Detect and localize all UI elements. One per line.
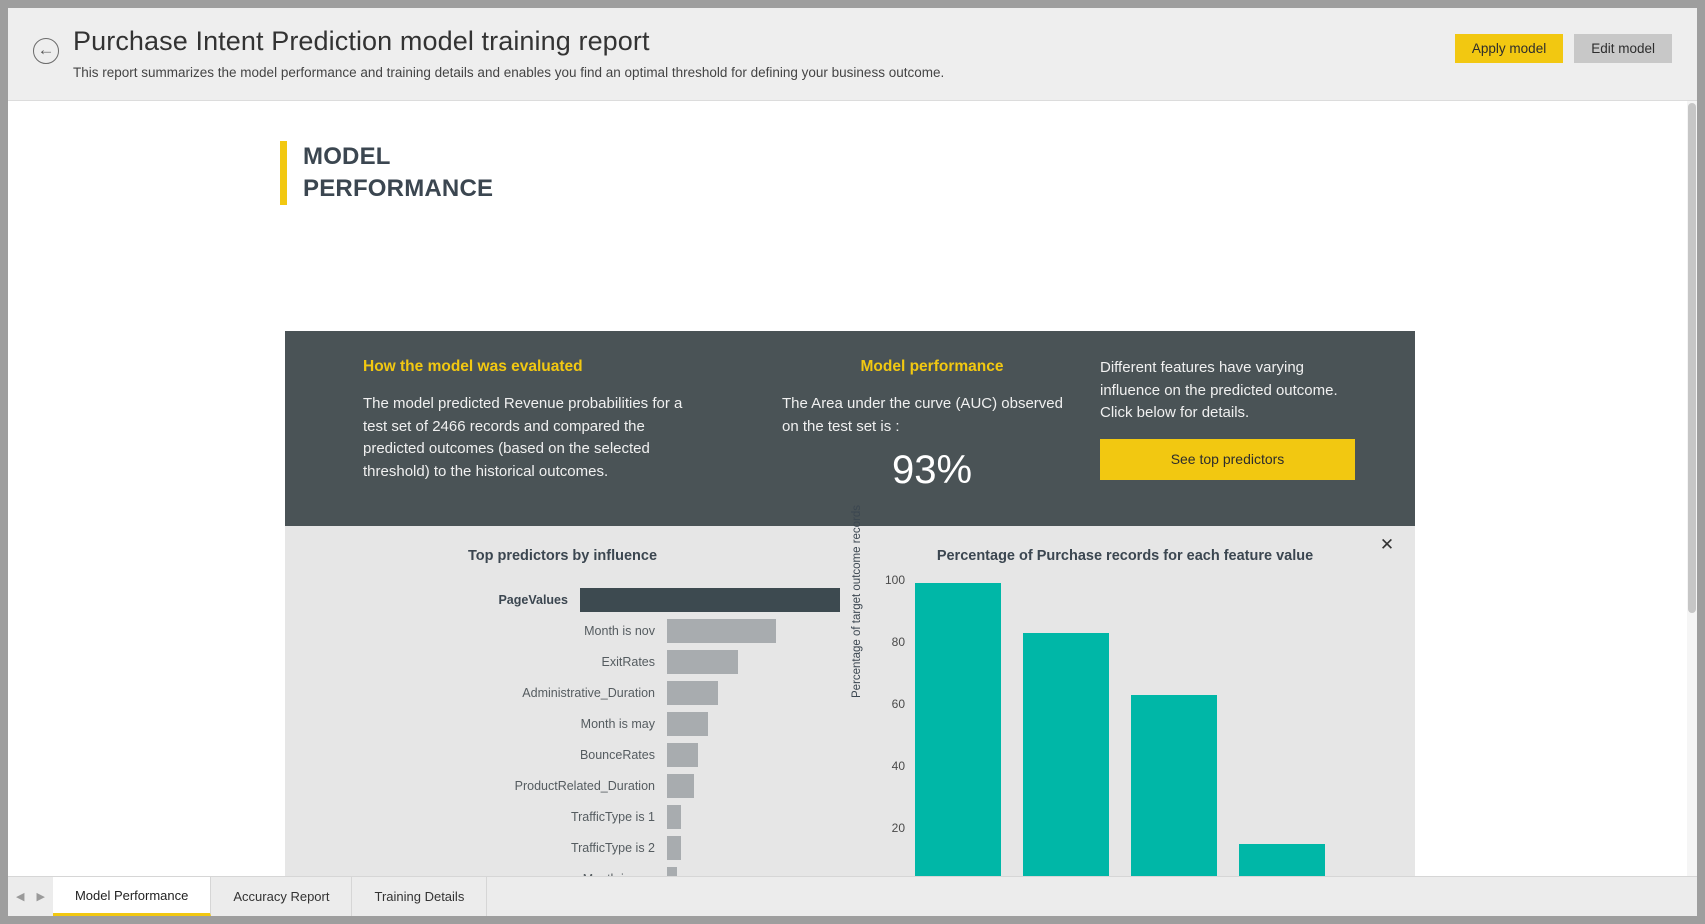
predictor-bar[interactable]	[667, 805, 681, 829]
predictor-row[interactable]: Month is may	[285, 708, 840, 739]
predictor-label: TrafficType is 2	[285, 841, 667, 855]
predictor-bar[interactable]	[667, 712, 708, 736]
predictor-label: ProductRelated_Duration	[285, 779, 667, 793]
page-header: ← Purchase Intent Prediction model train…	[8, 8, 1697, 101]
y-axis-tick: 40	[871, 759, 905, 773]
predictor-label: ExitRates	[285, 655, 667, 669]
page-tabbar: ◀ ▶ Model PerformanceAccuracy ReportTrai…	[8, 876, 1697, 916]
predictor-row[interactable]: ProductRelated_Duration	[285, 770, 840, 801]
evaluation-column: How the model was evaluated The model pr…	[363, 357, 693, 483]
performance-column: Model performance The Area under the cur…	[782, 357, 1082, 494]
predictor-bar[interactable]	[667, 743, 698, 767]
apply-model-button[interactable]: Apply model	[1455, 34, 1563, 63]
predictor-label: Administrative_Duration	[285, 686, 667, 700]
feature-value-bars	[915, 580, 1385, 876]
model-info-panel: How the model was evaluated The model pr…	[285, 331, 1415, 526]
feature-value-column[interactable]	[1023, 580, 1109, 876]
y-axis-tick: 60	[871, 697, 905, 711]
feature-value-bar[interactable]	[915, 583, 1001, 876]
predictor-row[interactable]: Month is mar	[285, 863, 840, 876]
predictor-label: TrafficType is 1	[285, 810, 667, 824]
feature-value-column[interactable]	[1239, 580, 1325, 876]
predictor-row[interactable]: TrafficType is 2	[285, 832, 840, 863]
section-title-line2: PERFORMANCE	[303, 173, 493, 205]
predictors-text: Different features have varying influenc…	[1100, 357, 1355, 425]
tab-training-details[interactable]: Training Details	[352, 877, 487, 916]
predictor-bar[interactable]	[667, 681, 718, 705]
predictor-row[interactable]: Month is nov	[285, 615, 840, 646]
predictor-bar[interactable]	[667, 836, 681, 860]
performance-heading: Model performance	[782, 357, 1082, 377]
predictor-bar[interactable]	[580, 588, 840, 612]
evaluation-heading: How the model was evaluated	[363, 357, 693, 377]
feature-value-plot-area: Percentage of target outcome records 100…	[855, 580, 1395, 876]
predictor-label: Month is may	[285, 717, 667, 731]
predictors-chart-panel: ✕ Top predictors by influence PageValues…	[285, 526, 1415, 876]
predictor-bar[interactable]	[667, 867, 677, 877]
predictor-row[interactable]: ExitRates	[285, 646, 840, 677]
predictors-column: Different features have varying influenc…	[1100, 351, 1355, 480]
report-window: ← Purchase Intent Prediction model train…	[8, 8, 1697, 916]
back-arrow-icon[interactable]: ←	[33, 38, 59, 64]
feature-value-bar[interactable]	[1239, 844, 1325, 877]
header-actions: Apply model Edit model	[1455, 34, 1672, 63]
see-top-predictors-button[interactable]: See top predictors	[1100, 439, 1355, 480]
top-predictors-chart: Top predictors by influence PageValues Mo…	[285, 548, 840, 876]
y-axis-tick: 80	[871, 635, 905, 649]
predictor-bar[interactable]	[667, 774, 694, 798]
tab-accuracy-report[interactable]: Accuracy Report	[211, 877, 352, 916]
predictor-label: Month is nov	[285, 624, 667, 638]
top-predictors-bars: PageValues Month is nov ExitRates Administr…	[285, 584, 840, 876]
predictor-label: BounceRates	[285, 748, 667, 762]
predictor-bar[interactable]	[667, 619, 776, 643]
feature-value-column[interactable]	[1131, 580, 1217, 876]
edit-model-button[interactable]: Edit model	[1574, 34, 1672, 63]
predictor-row[interactable]: TrafficType is 1	[285, 801, 840, 832]
feature-value-bar[interactable]	[1023, 633, 1109, 876]
report-canvas-wrap: MODEL PERFORMANCE How the model was eval…	[8, 101, 1697, 876]
tab-model-performance[interactable]: Model Performance	[53, 877, 211, 916]
predictor-bar[interactable]	[667, 650, 738, 674]
chevron-left-icon[interactable]: ◀	[16, 890, 24, 903]
predictor-row[interactable]: BounceRates	[285, 739, 840, 770]
report-canvas: MODEL PERFORMANCE How the model was eval…	[8, 101, 1687, 876]
feature-value-column[interactable]	[915, 580, 1001, 876]
page-title: Purchase Intent Prediction model trainin…	[73, 24, 944, 58]
predictor-row[interactable]: PageValues	[285, 584, 840, 615]
section-accent-bar	[280, 141, 287, 205]
evaluation-text: The model predicted Revenue probabilitie…	[363, 393, 693, 483]
tab-nav-arrows: ◀ ▶	[8, 877, 53, 916]
predictor-label: PageValues	[285, 593, 580, 607]
top-predictors-chart-title: Top predictors by influence	[285, 548, 840, 564]
tab-list: Model PerformanceAccuracy ReportTraining…	[53, 877, 487, 916]
predictor-row[interactable]: Administrative_Duration	[285, 677, 840, 708]
y-axis-tick: 20	[871, 821, 905, 835]
canvas-scrollbar-thumb[interactable]	[1688, 103, 1696, 613]
y-axis-tick: 100	[871, 573, 905, 587]
section-title-line1: MODEL	[303, 141, 493, 173]
page-subtitle: This report summarizes the model perform…	[73, 64, 944, 82]
feature-value-bar[interactable]	[1131, 695, 1217, 876]
y-axis-ticks: 100806040200	[871, 580, 905, 876]
auc-value: 93%	[782, 446, 1082, 494]
y-axis-label: Percentage of target outcome records	[851, 505, 863, 698]
feature-value-chart: Percentage of Purchase records for each …	[855, 548, 1395, 876]
canvas-scrollbar-track[interactable]	[1687, 101, 1697, 876]
chevron-right-icon[interactable]: ▶	[36, 890, 44, 903]
performance-text: The Area under the curve (AUC) observed …	[782, 393, 1082, 438]
feature-value-chart-title: Percentage of Purchase records for each …	[855, 548, 1395, 564]
title-block: Purchase Intent Prediction model trainin…	[73, 24, 944, 82]
section-heading: MODEL PERFORMANCE	[280, 141, 493, 205]
